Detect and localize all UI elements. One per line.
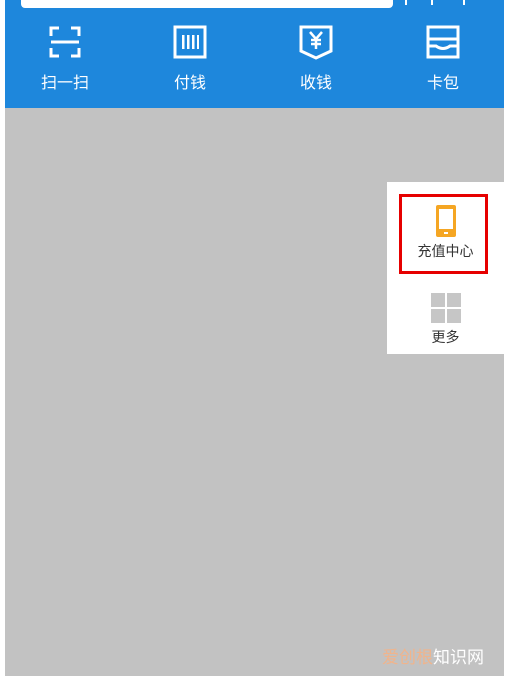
card-wallet-icon [426,25,460,59]
barcode-pay-icon [173,25,207,59]
search-input[interactable] [21,0,393,8]
side-menu: 充值中心 更多 [387,182,504,354]
more-button[interactable]: 更多 [387,290,504,350]
pay-button[interactable]: 付钱 [145,24,235,104]
card-wallet-button[interactable]: 卡包 [398,24,488,104]
pay-label: 付钱 [173,73,206,92]
scan-button[interactable]: 扫一扫 [20,24,110,104]
more-label: 更多 [431,330,460,346]
contacts-icon[interactable] [403,0,483,6]
yuan-receive-icon [299,25,333,60]
grid-icon [430,293,461,323]
watermark-brand: 爱创根 [382,648,433,668]
receive-button[interactable]: 收钱 [271,24,361,104]
quick-actions: 扫一扫 付钱 收钱 卡包 [5,24,504,104]
card-wallet-label: 卡包 [426,73,459,92]
recharge-center-button[interactable]: 充值中心 [387,194,504,278]
scan-label: 扫一扫 [40,73,89,92]
receive-label: 收钱 [299,73,332,92]
watermark: 爱创根知识网 [382,648,484,668]
top-toolbar: 扫一扫 付钱 收钱 卡包 [5,0,504,108]
scan-icon [49,26,81,58]
highlight-box [399,194,488,274]
watermark-site: 知识网 [433,648,484,668]
